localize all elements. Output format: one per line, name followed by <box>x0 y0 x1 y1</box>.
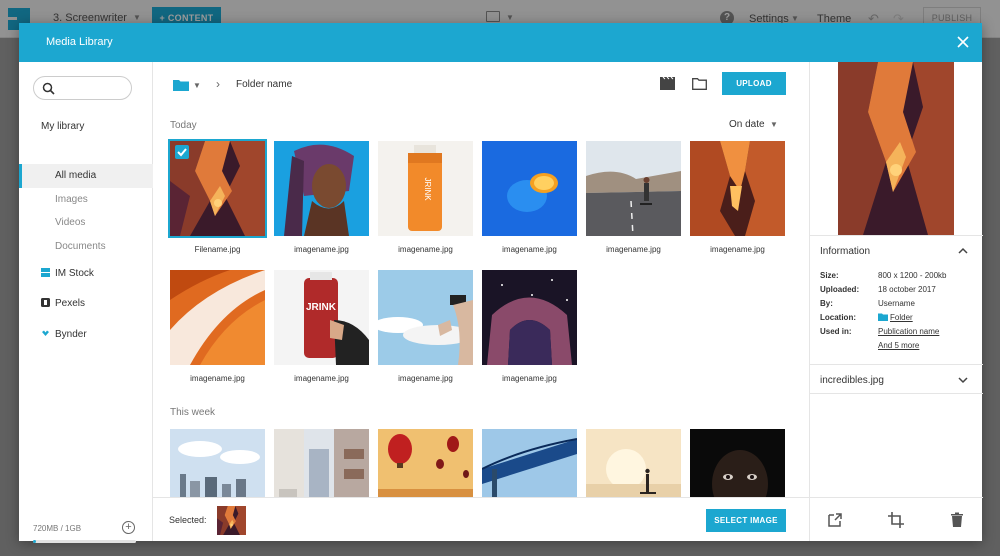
media-filename: imagename.jpg <box>190 374 245 383</box>
info-key: Size: <box>820 271 839 280</box>
selected-thumbnail[interactable] <box>217 506 246 535</box>
media-thumbnail[interactable] <box>378 270 473 365</box>
media-filename: imagename.jpg <box>606 245 661 254</box>
storage-usage-text: 720MB / 1GB <box>33 524 82 533</box>
info-key: Uploaded: <box>820 285 860 294</box>
media-filename: imagename.jpg <box>294 245 349 254</box>
media-filename: imagename.jpg <box>294 374 349 383</box>
media-filename: imagename.jpg <box>710 245 765 254</box>
caret-down-icon[interactable]: ▼ <box>770 120 778 129</box>
bynder-icon <box>42 330 49 336</box>
sidebar-item-images[interactable]: Images <box>19 188 153 212</box>
info-row-by: By: Username <box>820 298 980 310</box>
info-key: By: <box>820 299 833 308</box>
media-filename: imagename.jpg <box>398 374 453 383</box>
location-link-text: Folder <box>890 313 913 322</box>
select-image-button[interactable]: SELECT IMAGE <box>706 509 786 532</box>
provider-label: Pexels <box>55 298 86 309</box>
search-input[interactable] <box>33 76 132 100</box>
media-thumbnail[interactable] <box>170 270 265 365</box>
provider-pexels[interactable]: Pexels <box>41 297 85 311</box>
details-panel: Information Size: 800 x 1200 - 200kb Uplo… <box>809 62 983 541</box>
section-label-today: Today <box>170 120 197 131</box>
info-key: Location: <box>820 313 856 322</box>
info-value: 18 october 2017 <box>878 285 936 294</box>
image-preview <box>838 62 954 235</box>
section-label-this-week: This week <box>170 407 216 418</box>
film-icon[interactable] <box>660 77 675 90</box>
info-row-size: Size: 800 x 1200 - 200kb <box>820 270 980 282</box>
provider-im-stock[interactable]: IM Stock <box>41 267 94 281</box>
selected-label: Selected: <box>169 515 207 525</box>
provider-label: IM Stock <box>55 268 94 279</box>
information-header[interactable]: Information <box>810 235 983 265</box>
info-value: Username <box>878 299 915 308</box>
media-thumbnail[interactable] <box>690 141 785 236</box>
im-stock-icon <box>41 268 50 277</box>
media-thumbnail[interactable] <box>274 141 369 236</box>
crop-icon[interactable] <box>888 512 904 528</box>
provider-bynder[interactable]: Bynder <box>41 328 87 342</box>
media-thumbnail[interactable] <box>482 270 577 365</box>
more-link[interactable]: And 5 more <box>878 340 919 352</box>
svg-text:JRINK: JRINK <box>306 302 337 313</box>
sidebar-item-all-media[interactable]: All media <box>19 164 153 188</box>
selection-footer: Selected: SELECT IMAGE <box>153 497 809 541</box>
info-value: 800 x 1200 - 200kb <box>878 271 947 280</box>
breadcrumb[interactable]: Folder name <box>236 79 292 90</box>
sidebar: My library All media Images Videos Docum… <box>19 62 153 543</box>
file-section-header[interactable]: incredibles.jpg <box>810 364 983 394</box>
storage-progress-fill <box>33 540 37 543</box>
media-thumbnail[interactable] <box>482 141 577 236</box>
chevron-right-icon: › <box>216 77 220 91</box>
media-filename: imagename.jpg <box>502 245 557 254</box>
search-icon <box>42 82 55 95</box>
info-row-uploaded: Uploaded: 18 october 2017 <box>820 284 980 296</box>
modal-title: Media Library <box>46 36 113 48</box>
info-row-used-in: Used in: Publication name <box>820 326 980 338</box>
library-title[interactable]: My library <box>41 121 84 132</box>
caret-down-icon[interactable]: ▼ <box>193 81 201 90</box>
sort-dropdown[interactable]: On date <box>729 119 765 130</box>
pexels-icon <box>41 298 50 307</box>
file-name: incredibles.jpg <box>820 375 884 386</box>
open-external-icon[interactable] <box>827 512 843 528</box>
media-thumbnail[interactable] <box>586 141 681 236</box>
preview-image <box>838 62 954 235</box>
folder-icon[interactable] <box>173 79 189 91</box>
information-title: Information <box>820 246 871 257</box>
modal-header: Media Library <box>19 23 982 62</box>
media-thumbnail[interactable]: JRINK <box>274 270 369 365</box>
location-link[interactable]: Folder <box>878 312 913 324</box>
info-row-location: Location: Folder <box>820 312 980 324</box>
sidebar-item-videos[interactable]: Videos <box>19 211 153 235</box>
media-filename: imagename.jpg <box>502 374 557 383</box>
storage-progress-bar <box>33 540 136 543</box>
folder-icon <box>878 313 888 321</box>
svg-text:JRINK: JRINK <box>423 177 432 201</box>
media-filename: imagename.jpg <box>398 245 453 254</box>
new-folder-icon[interactable] <box>692 78 707 90</box>
provider-label: Bynder <box>55 329 87 340</box>
add-storage-icon[interactable]: + <box>122 521 135 534</box>
info-key: Used in: <box>820 327 852 336</box>
close-icon[interactable] <box>955 34 971 50</box>
media-thumbnail[interactable]: JRINK <box>378 141 473 236</box>
media-grid-area: ▼ › Folder name UPLOAD Today On date ▼ F… <box>153 62 809 541</box>
info-row-more: And 5 more <box>820 340 980 352</box>
sidebar-item-documents[interactable]: Documents <box>19 235 153 259</box>
media-library-modal: Media Library My library All media Image… <box>19 23 983 543</box>
panel-actions <box>810 497 983 541</box>
publication-link[interactable]: Publication name <box>878 326 939 338</box>
upload-button[interactable]: UPLOAD <box>722 72 786 95</box>
trash-icon[interactable] <box>949 512 965 528</box>
chevron-down-icon[interactable] <box>958 375 968 385</box>
chevron-up-icon[interactable] <box>958 246 968 256</box>
media-filename: Filename.jpg <box>194 245 241 254</box>
checkbox-checked-icon[interactable] <box>175 145 189 159</box>
